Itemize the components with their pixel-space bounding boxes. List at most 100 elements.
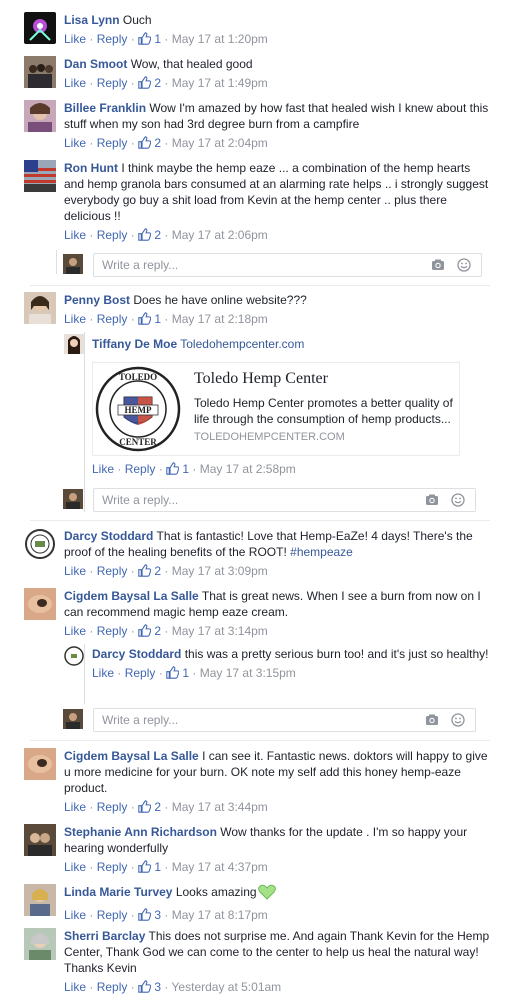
commenter-name[interactable]: Linda Marie Turvey (64, 885, 172, 899)
like-link[interactable]: Like (64, 32, 86, 46)
avatar[interactable] (24, 56, 56, 88)
camera-icon[interactable] (425, 493, 439, 507)
like-count[interactable]: 1 (138, 860, 161, 874)
avatar (63, 489, 83, 509)
like-count[interactable]: 2 (138, 800, 161, 814)
camera-icon[interactable] (431, 258, 445, 272)
avatar[interactable] (24, 100, 56, 132)
reply-link[interactable]: Reply (97, 800, 128, 814)
avatar[interactable] (24, 528, 56, 560)
timestamp[interactable]: May 17 at 2:18pm (172, 312, 268, 326)
reply-link[interactable]: Reply (97, 980, 128, 994)
website-link[interactable]: Toledohempcenter.com (180, 337, 304, 351)
reply-link[interactable]: Reply (97, 624, 128, 638)
like-count[interactable]: 3 (138, 908, 161, 922)
thumbs-up-icon (138, 32, 152, 50)
reply-input[interactable]: Write a reply... (93, 253, 482, 277)
like-link[interactable]: Like (64, 980, 86, 994)
like-count[interactable]: 2 (138, 136, 161, 150)
commenter-name[interactable]: Ron Hunt (64, 161, 118, 175)
link-preview-card[interactable]: TOLEDO HEMP CENTER Toledo Hemp Center To… (92, 362, 460, 456)
timestamp[interactable]: Yesterday at 5:01am (172, 980, 282, 994)
reply-input[interactable]: Write a reply... (93, 708, 476, 732)
like-count[interactable]: 3 (138, 980, 161, 994)
link-preview-title[interactable]: Toledo Hemp Center (194, 370, 328, 388)
timestamp[interactable]: May 17 at 2:04pm (172, 136, 268, 150)
smiley-icon[interactable] (451, 493, 465, 507)
commenter-name[interactable]: Sherri Barclay (64, 929, 145, 943)
avatar[interactable] (24, 824, 56, 856)
reply-composer: Write a reply... (63, 708, 476, 734)
timestamp[interactable]: May 17 at 8:17pm (172, 908, 268, 922)
reply-link[interactable]: Reply (97, 32, 128, 46)
like-count[interactable]: 2 (138, 76, 161, 90)
camera-icon[interactable] (425, 713, 439, 727)
timestamp[interactable]: May 17 at 2:06pm (172, 228, 268, 242)
like-link[interactable]: Like (92, 462, 114, 476)
reply-link[interactable]: Reply (97, 312, 128, 326)
thumbs-up-icon (166, 462, 180, 480)
smiley-icon[interactable] (457, 258, 471, 272)
commenter-name[interactable]: Darcy Stoddard (92, 647, 181, 661)
avatar[interactable] (24, 160, 56, 192)
reply-link[interactable]: Reply (97, 564, 128, 578)
avatar[interactable] (64, 334, 84, 354)
commenter-name[interactable]: Stephanie Ann Richardson (64, 825, 217, 839)
reply-link[interactable]: Reply (97, 860, 128, 874)
like-count[interactable]: 1 (166, 666, 189, 680)
timestamp[interactable]: May 17 at 3:44pm (172, 800, 268, 814)
reply-link[interactable]: Reply (125, 462, 156, 476)
like-count[interactable]: 2 (138, 624, 161, 638)
like-link[interactable]: Like (64, 564, 86, 578)
like-link[interactable]: Like (64, 800, 86, 814)
commenter-name[interactable]: Cigdem Baysal La Salle (64, 589, 199, 603)
commenter-name[interactable]: Lisa Lynn (64, 13, 120, 27)
avatar[interactable] (24, 748, 56, 780)
like-count[interactable]: 1 (138, 312, 161, 326)
like-link[interactable]: Like (64, 624, 86, 638)
like-link[interactable]: Like (64, 76, 86, 90)
thumbs-up-icon (138, 800, 152, 818)
avatar[interactable] (24, 12, 56, 44)
reply-link[interactable]: Reply (97, 908, 128, 922)
commenter-name[interactable]: Darcy Stoddard (64, 529, 153, 543)
timestamp[interactable]: May 17 at 1:20pm (172, 32, 268, 46)
like-link[interactable]: Like (92, 666, 114, 680)
avatar[interactable] (24, 884, 56, 916)
timestamp[interactable]: May 17 at 2:58pm (200, 462, 296, 476)
timestamp[interactable]: May 17 at 3:14pm (172, 624, 268, 638)
commenter-name[interactable]: Cigdem Baysal La Salle (64, 749, 199, 763)
comment-text: Ouch (122, 13, 152, 27)
divider (30, 740, 490, 741)
like-link[interactable]: Like (64, 228, 86, 242)
avatar[interactable] (64, 646, 84, 666)
commenter-name[interactable]: Billee Franklin (64, 101, 146, 115)
avatar (63, 254, 83, 274)
hashtag-link[interactable]: #hempeaze (290, 545, 353, 559)
commenter-name[interactable]: Penny Bost (64, 293, 130, 307)
timestamp[interactable]: May 17 at 3:15pm (200, 666, 296, 680)
reply-link[interactable]: Reply (97, 76, 128, 90)
reply-input[interactable]: Write a reply... (93, 488, 476, 512)
like-count[interactable]: 2 (138, 564, 161, 578)
like-count[interactable]: 1 (166, 462, 189, 476)
like-link[interactable]: Like (64, 136, 86, 150)
like-link[interactable]: Like (64, 908, 86, 922)
like-count[interactable]: 2 (138, 228, 161, 242)
like-count[interactable]: 1 (138, 32, 161, 46)
timestamp[interactable]: May 17 at 3:09pm (172, 564, 268, 578)
avatar[interactable] (24, 588, 56, 620)
avatar[interactable] (24, 292, 56, 324)
commenter-name[interactable]: Tiffany De Moe (92, 337, 177, 351)
reply-link[interactable]: Reply (125, 666, 156, 680)
timestamp[interactable]: May 17 at 4:37pm (172, 860, 268, 874)
thumbs-up-icon (138, 312, 152, 330)
smiley-icon[interactable] (451, 713, 465, 727)
reply-link[interactable]: Reply (97, 136, 128, 150)
reply-link[interactable]: Reply (97, 228, 128, 242)
avatar[interactable] (24, 928, 56, 960)
timestamp[interactable]: May 17 at 1:49pm (172, 76, 268, 90)
commenter-name[interactable]: Dan Smoot (64, 57, 127, 71)
like-link[interactable]: Like (64, 860, 86, 874)
like-link[interactable]: Like (64, 312, 86, 326)
